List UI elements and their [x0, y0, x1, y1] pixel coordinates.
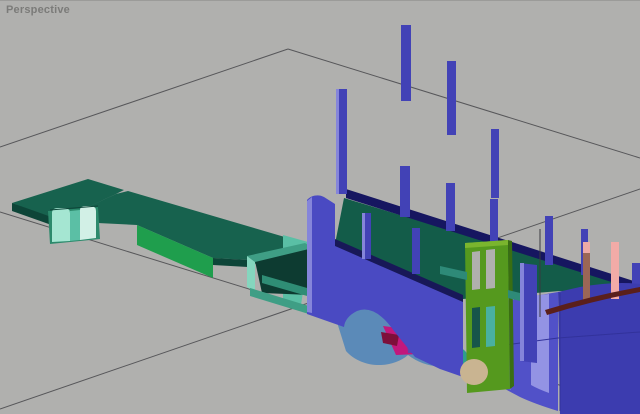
corner-post-top[interactable]: [583, 242, 590, 254]
bracket-lobe-right[interactable]: [80, 206, 96, 240]
stake-post[interactable]: [400, 166, 410, 217]
stake-post-highlight: [336, 89, 339, 194]
stake-post[interactable]: [491, 129, 499, 198]
stake-post[interactable]: [490, 199, 498, 244]
perspective-viewport[interactable]: Perspective: [0, 0, 640, 414]
viewport-label: Perspective: [6, 4, 70, 16]
panel-edge-highlight: [307, 197, 312, 313]
headboard-slot: [472, 307, 480, 348]
stake-post[interactable]: [401, 25, 411, 101]
headboard-slot: [472, 251, 480, 290]
front-wheel[interactable]: [460, 359, 488, 385]
headboard-slot: [486, 249, 495, 289]
headboard-slot: [486, 306, 495, 347]
gooseneck-bracket[interactable]: [48, 206, 100, 244]
stake-post[interactable]: [447, 61, 456, 135]
corner-post[interactable]: [611, 242, 619, 299]
channel-end-face[interactable]: [247, 256, 255, 292]
stake-post-highlight: [362, 213, 365, 259]
stake-post[interactable]: [545, 216, 553, 265]
stake-post[interactable]: [412, 228, 420, 274]
stake-post[interactable]: [446, 183, 455, 231]
bracket-mid[interactable]: [70, 210, 80, 241]
corner-post[interactable]: [583, 253, 590, 301]
bracket-lobe-left[interactable]: [52, 208, 70, 242]
bulkhead-post-highlight: [520, 263, 524, 361]
viewport-canvas: [0, 1, 640, 414]
